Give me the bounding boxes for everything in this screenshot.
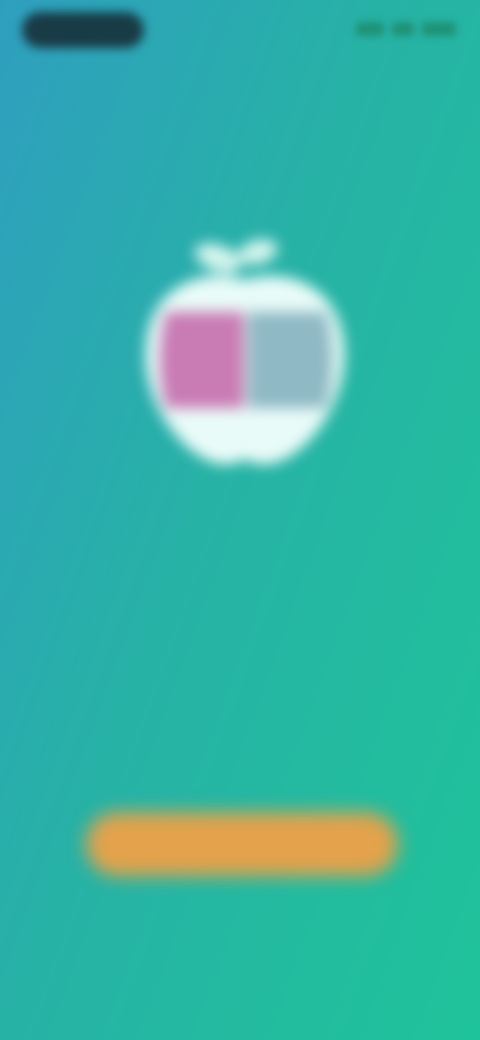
signal-icon <box>356 22 384 36</box>
status-time <box>22 12 144 48</box>
status-icons <box>356 22 456 36</box>
status-bar <box>0 0 480 64</box>
battery-icon <box>422 22 456 36</box>
apple-logo-icon <box>140 232 350 472</box>
get-started-button[interactable] <box>86 812 398 876</box>
splash-screen <box>0 0 480 1040</box>
wifi-icon <box>392 22 414 36</box>
